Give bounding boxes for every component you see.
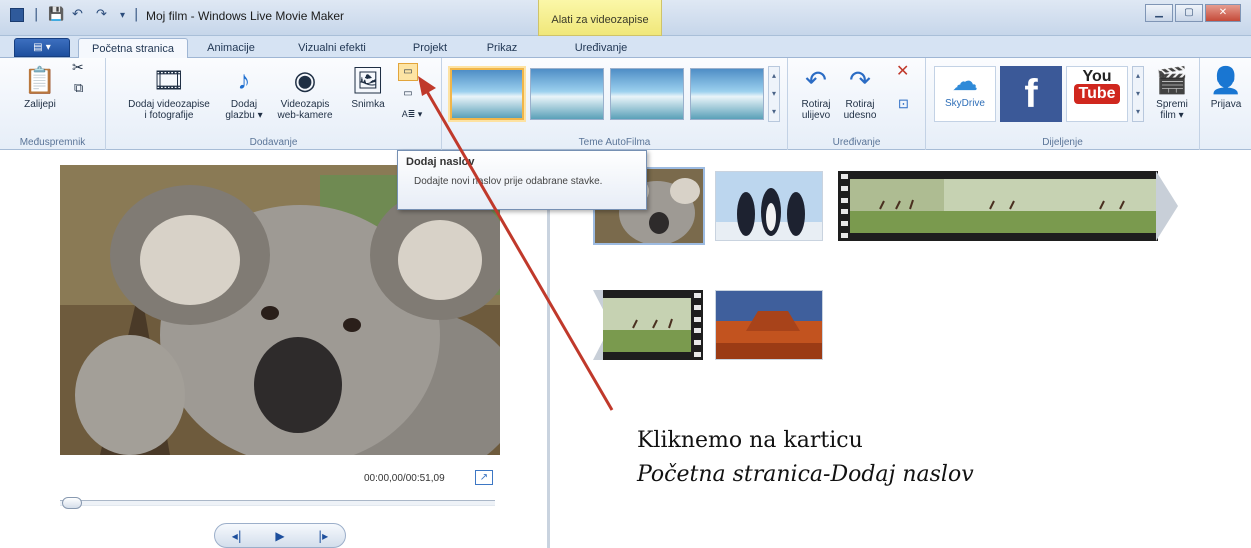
annotation-arrow-line bbox=[423, 87, 614, 411]
annotation-arrow bbox=[418, 76, 614, 411]
instruction-caption: Kliknemo na karticu Početna stranica-Dod… bbox=[637, 424, 974, 492]
caption-line-2: Početna stranica-Dodaj naslov bbox=[637, 462, 974, 487]
caption-line-1: Kliknemo na karticu bbox=[637, 428, 863, 453]
annotation-arrow-head bbox=[418, 76, 436, 96]
